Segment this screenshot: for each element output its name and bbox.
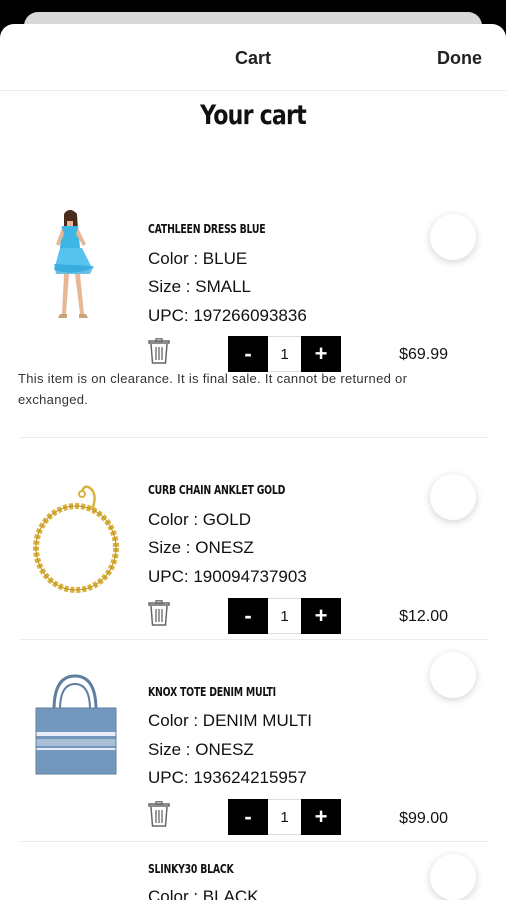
quantity-value[interactable]: 1 bbox=[268, 598, 301, 634]
top-bar: Cart Done bbox=[0, 24, 506, 91]
product-image-tote bbox=[35, 674, 117, 775]
clearance-note: This item is on clearance. It is final s… bbox=[18, 371, 408, 407]
product-color: Color : GOLD bbox=[148, 510, 251, 529]
product-size: Size : ONESZ bbox=[148, 740, 254, 759]
select-item-radio[interactable] bbox=[430, 474, 476, 520]
product-image-anklet bbox=[33, 485, 119, 593]
product-name[interactable]: KNOX TOTE DENIM MULTI bbox=[148, 685, 276, 699]
product-color: Color : DENIM MULTI bbox=[148, 711, 313, 730]
sheet-title: Cart bbox=[234, 48, 271, 68]
select-item-radio[interactable] bbox=[430, 652, 476, 698]
quantity-stepper: - 1 + bbox=[228, 799, 341, 835]
product-name[interactable]: SLINKY30 BLACK bbox=[148, 862, 234, 876]
select-item-radio[interactable] bbox=[430, 214, 476, 260]
divider bbox=[20, 437, 488, 438]
trash-icon[interactable] bbox=[148, 801, 170, 827]
divider bbox=[20, 841, 488, 842]
divider bbox=[20, 639, 488, 640]
product-size: Size : ONESZ bbox=[148, 538, 254, 557]
product-size: Size : SMALL bbox=[148, 277, 251, 296]
increase-quantity-button[interactable]: + bbox=[301, 598, 341, 634]
trash-icon[interactable] bbox=[148, 600, 170, 626]
product-upc: UPC: 197266093836 bbox=[148, 306, 307, 325]
increase-quantity-button[interactable]: + bbox=[301, 799, 341, 835]
item-price: $69.99 bbox=[399, 346, 448, 363]
trash-icon[interactable] bbox=[148, 338, 170, 364]
product-upc: UPC: 190094737903 bbox=[148, 567, 307, 586]
decrease-quantity-button[interactable]: - bbox=[228, 336, 268, 372]
product-name[interactable]: CURB CHAIN ANKLET GOLD bbox=[148, 483, 285, 497]
product-color: Color : BLACK bbox=[148, 887, 259, 900]
increase-quantity-button[interactable]: + bbox=[301, 336, 341, 372]
quantity-stepper: - 1 + bbox=[228, 336, 341, 372]
cart-sheet: Cart Done Your cart CATHLEEN DRESS BLUE … bbox=[0, 24, 506, 900]
product-name[interactable]: CATHLEEN DRESS BLUE bbox=[148, 222, 266, 236]
done-button[interactable]: Done bbox=[437, 48, 482, 69]
decrease-quantity-button[interactable]: - bbox=[228, 799, 268, 835]
quantity-value[interactable]: 1 bbox=[268, 336, 301, 372]
quantity-value[interactable]: 1 bbox=[268, 799, 301, 835]
product-upc: UPC: 193624215957 bbox=[148, 768, 307, 787]
quantity-stepper: - 1 + bbox=[228, 598, 341, 634]
item-price: $12.00 bbox=[399, 608, 448, 625]
page-title: Your cart bbox=[200, 100, 307, 131]
product-color: Color : BLUE bbox=[148, 249, 248, 268]
decrease-quantity-button[interactable]: - bbox=[228, 598, 268, 634]
item-price: $99.00 bbox=[399, 810, 448, 827]
product-image-dress bbox=[54, 210, 94, 318]
select-item-radio[interactable] bbox=[430, 854, 476, 900]
